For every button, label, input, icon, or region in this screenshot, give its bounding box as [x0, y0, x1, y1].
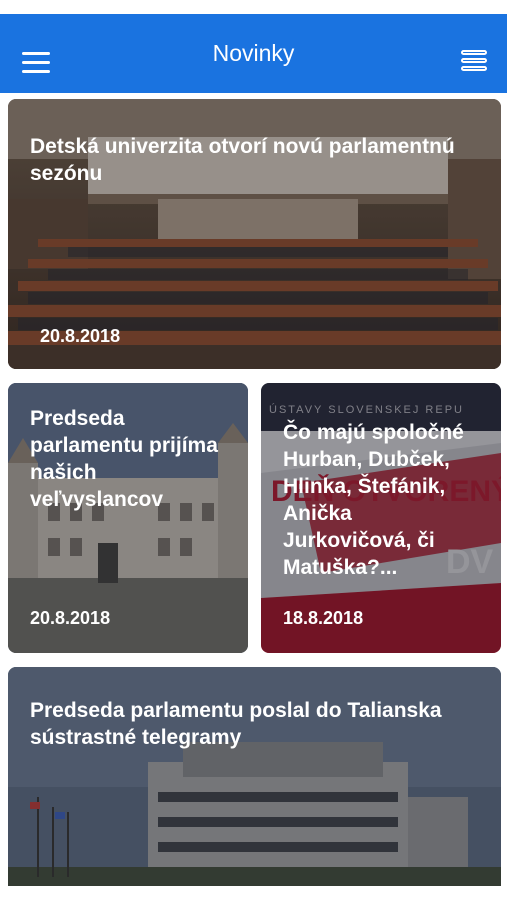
article-date: 18.8.2018: [283, 608, 364, 628]
article-card[interactable]: Predseda parlamentu poslal do Talianska …: [8, 667, 501, 889]
article-date: 20.8.2018: [30, 608, 111, 628]
article-card[interactable]: Detská univerzita otvorí novú parlamentn…: [8, 99, 501, 369]
article-card[interactable]: ÚSTAVY SLOVENSKEJ REPU DEŇ OTVORENÝCH DV…: [261, 383, 501, 653]
article-date: 20.8.2018: [40, 326, 121, 346]
list-view-icon[interactable]: [461, 50, 487, 76]
article-title: Predseda parlamentu poslal do Talianska …: [30, 699, 442, 749]
article-title: Detská univerzita otvorí novú parlamentn…: [30, 135, 455, 185]
article-title: Čo majú spoločné Hurban, Dubček, Hlinka,…: [283, 421, 464, 579]
app-header: Novinky: [0, 14, 507, 93]
bottom-edge: [0, 886, 507, 900]
article-title: Predseda parlamentu prijíma našich veľvy…: [30, 407, 218, 511]
status-bar: [0, 0, 507, 14]
page-title: Novinky: [212, 40, 295, 66]
article-card[interactable]: Predseda parlamentu prijíma našich veľvy…: [8, 383, 248, 653]
